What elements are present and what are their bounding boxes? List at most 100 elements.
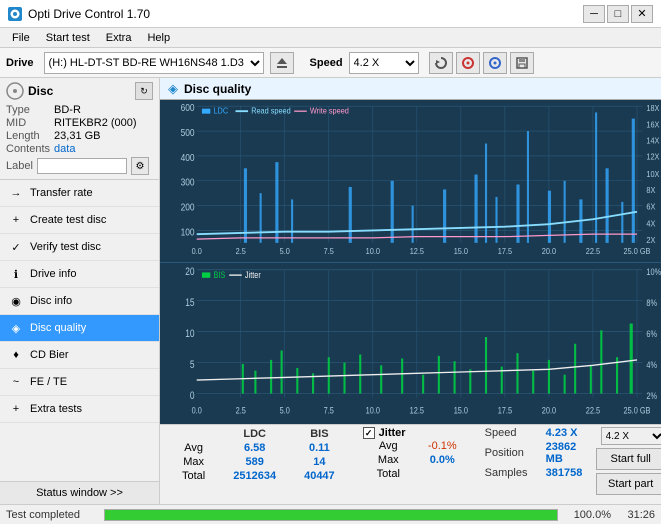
mid-label: MID — [6, 117, 50, 129]
title-bar-left: Opti Drive Control 1.70 — [8, 7, 150, 21]
refresh-button[interactable] — [429, 52, 453, 74]
jitter-checkbox[interactable]: ✓ — [363, 427, 375, 439]
jitter-max-row: Max 0.0% — [363, 453, 471, 467]
speed-select-stat[interactable]: 4.2 X — [601, 427, 661, 445]
nav-verify-test-disc[interactable]: ✓ Verify test disc — [0, 234, 159, 261]
nav-menu: → Transfer rate + Create test disc ✓ Ver… — [0, 180, 159, 481]
svg-text:22.5: 22.5 — [586, 404, 601, 415]
nav-fe-te[interactable]: ~ FE / TE — [0, 369, 159, 396]
app-icon — [8, 7, 22, 21]
menu-start-test[interactable]: Start test — [38, 30, 98, 46]
start-part-button[interactable]: Start part — [596, 473, 661, 495]
svg-text:15.0: 15.0 — [454, 246, 469, 256]
svg-text:10.0: 10.0 — [366, 404, 381, 415]
total-bis: 40447 — [290, 469, 349, 483]
title-bar-controls[interactable]: ─ □ ✕ — [583, 5, 653, 23]
save-button[interactable] — [510, 52, 534, 74]
max-bis: 14 — [290, 455, 349, 469]
verify-test-disc-icon: ✓ — [8, 239, 24, 255]
nav-drive-info-label: Drive info — [30, 268, 76, 280]
svg-text:4%: 4% — [646, 359, 657, 370]
speed-avg-row: Speed 4.23 X — [485, 427, 586, 439]
speed-select[interactable]: 4.2 X — [349, 52, 419, 74]
jitter-total-val — [414, 467, 471, 481]
nav-extra-tests[interactable]: + Extra tests — [0, 396, 159, 423]
progress-percent: 100.0% — [566, 509, 611, 521]
nav-disc-quality[interactable]: ◈ Disc quality — [0, 315, 159, 342]
start-full-button[interactable]: Start full — [596, 448, 661, 470]
nav-create-test-disc[interactable]: + Create test disc — [0, 207, 159, 234]
jitter-avg-row: Avg -0.1% — [363, 439, 471, 453]
length-label: Length — [6, 130, 50, 142]
minimize-button[interactable]: ─ — [583, 5, 605, 23]
drive-info-icon: ℹ — [8, 266, 24, 282]
disc2-button[interactable] — [483, 52, 507, 74]
status-text: Test completed — [6, 509, 96, 521]
svg-text:2.5: 2.5 — [236, 404, 246, 415]
drive-label: Drive — [6, 57, 34, 69]
svg-text:18X: 18X — [646, 104, 660, 114]
nav-transfer-rate[interactable]: → Transfer rate — [0, 180, 159, 207]
svg-text:5: 5 — [190, 359, 195, 371]
label-icon-button[interactable]: ⚙ — [131, 157, 149, 175]
svg-text:10: 10 — [185, 328, 194, 340]
disc-refresh-button[interactable]: ↻ — [135, 82, 153, 100]
status-window-button[interactable]: Status window >> — [0, 481, 159, 504]
nav-drive-info[interactable]: ℹ Drive info — [0, 261, 159, 288]
nav-disc-info[interactable]: ◉ Disc info — [0, 288, 159, 315]
maximize-button[interactable]: □ — [607, 5, 629, 23]
stats-table-section: LDC BIS Avg 6.58 0.11 Max 589 — [168, 427, 349, 483]
drive-select[interactable]: (H:) HL-DT-ST BD-RE WH16NS48 1.D3 — [44, 52, 264, 74]
close-button[interactable]: ✕ — [631, 5, 653, 23]
max-ldc: 589 — [219, 455, 290, 469]
svg-text:LDC: LDC — [213, 106, 228, 116]
col-ldc: LDC — [219, 427, 290, 441]
avg-bis: 0.11 — [290, 441, 349, 455]
menu-extra[interactable]: Extra — [98, 30, 140, 46]
col-empty — [168, 427, 219, 441]
menu-help[interactable]: Help — [139, 30, 178, 46]
svg-text:20.0: 20.0 — [542, 404, 557, 415]
disc-quality-header: ◈ Disc quality — [160, 78, 661, 100]
jitter-total-label: Total — [363, 467, 414, 481]
avg-label: Avg — [168, 441, 219, 455]
menu-file[interactable]: File — [4, 30, 38, 46]
svg-text:400: 400 — [181, 152, 195, 163]
jitter-stats-table: Avg -0.1% Max 0.0% Total — [363, 439, 471, 481]
svg-text:Write speed: Write speed — [310, 106, 349, 116]
svg-text:2X: 2X — [646, 235, 656, 245]
samples-row: Samples 381758 — [485, 467, 586, 479]
create-test-disc-icon: + — [8, 212, 24, 228]
nav-create-test-disc-label: Create test disc — [30, 214, 106, 226]
disc-info-icon: ◉ — [8, 293, 24, 309]
svg-text:Read speed: Read speed — [251, 106, 291, 116]
stats-row-avg: Avg 6.58 0.11 — [168, 441, 349, 455]
svg-text:5.0: 5.0 — [280, 246, 291, 256]
svg-text:20: 20 — [185, 266, 194, 278]
type-value: BD-R — [54, 104, 153, 116]
svg-text:17.5: 17.5 — [498, 246, 513, 256]
disc-quality-icon: ◈ — [8, 320, 24, 336]
progress-bar-fill — [105, 510, 557, 520]
label-input[interactable] — [37, 158, 127, 174]
disc-icon-button[interactable] — [456, 52, 480, 74]
contents-label: Contents — [6, 143, 50, 155]
app-title: Opti Drive Control 1.70 — [28, 7, 150, 21]
left-panel: Disc ↻ Type BD-R MID RITEKBR2 (000) Leng… — [0, 78, 160, 504]
svg-text:6X: 6X — [646, 202, 656, 212]
nav-cd-bier[interactable]: ♦ CD Bier — [0, 342, 159, 369]
eject-button[interactable] — [270, 52, 294, 74]
total-ldc: 2512634 — [219, 469, 290, 483]
nav-extra-tests-label: Extra tests — [30, 403, 82, 415]
svg-text:15: 15 — [185, 297, 194, 309]
svg-text:600: 600 — [181, 103, 195, 114]
svg-text:5.0: 5.0 — [280, 404, 290, 415]
jitter-section: ✓ Jitter Avg -0.1% Max 0.0% — [363, 427, 471, 481]
speed-position-section: Speed 4.23 X Position 23862 MB Samples 3… — [485, 427, 586, 479]
svg-text:2.5: 2.5 — [236, 246, 247, 256]
nav-transfer-rate-label: Transfer rate — [30, 187, 93, 199]
svg-text:300: 300 — [181, 177, 195, 188]
transfer-rate-icon: → — [8, 185, 24, 201]
app-bottom-bar: Test completed 100.0% 31:26 — [0, 504, 661, 524]
time-display: 31:26 — [615, 509, 655, 521]
